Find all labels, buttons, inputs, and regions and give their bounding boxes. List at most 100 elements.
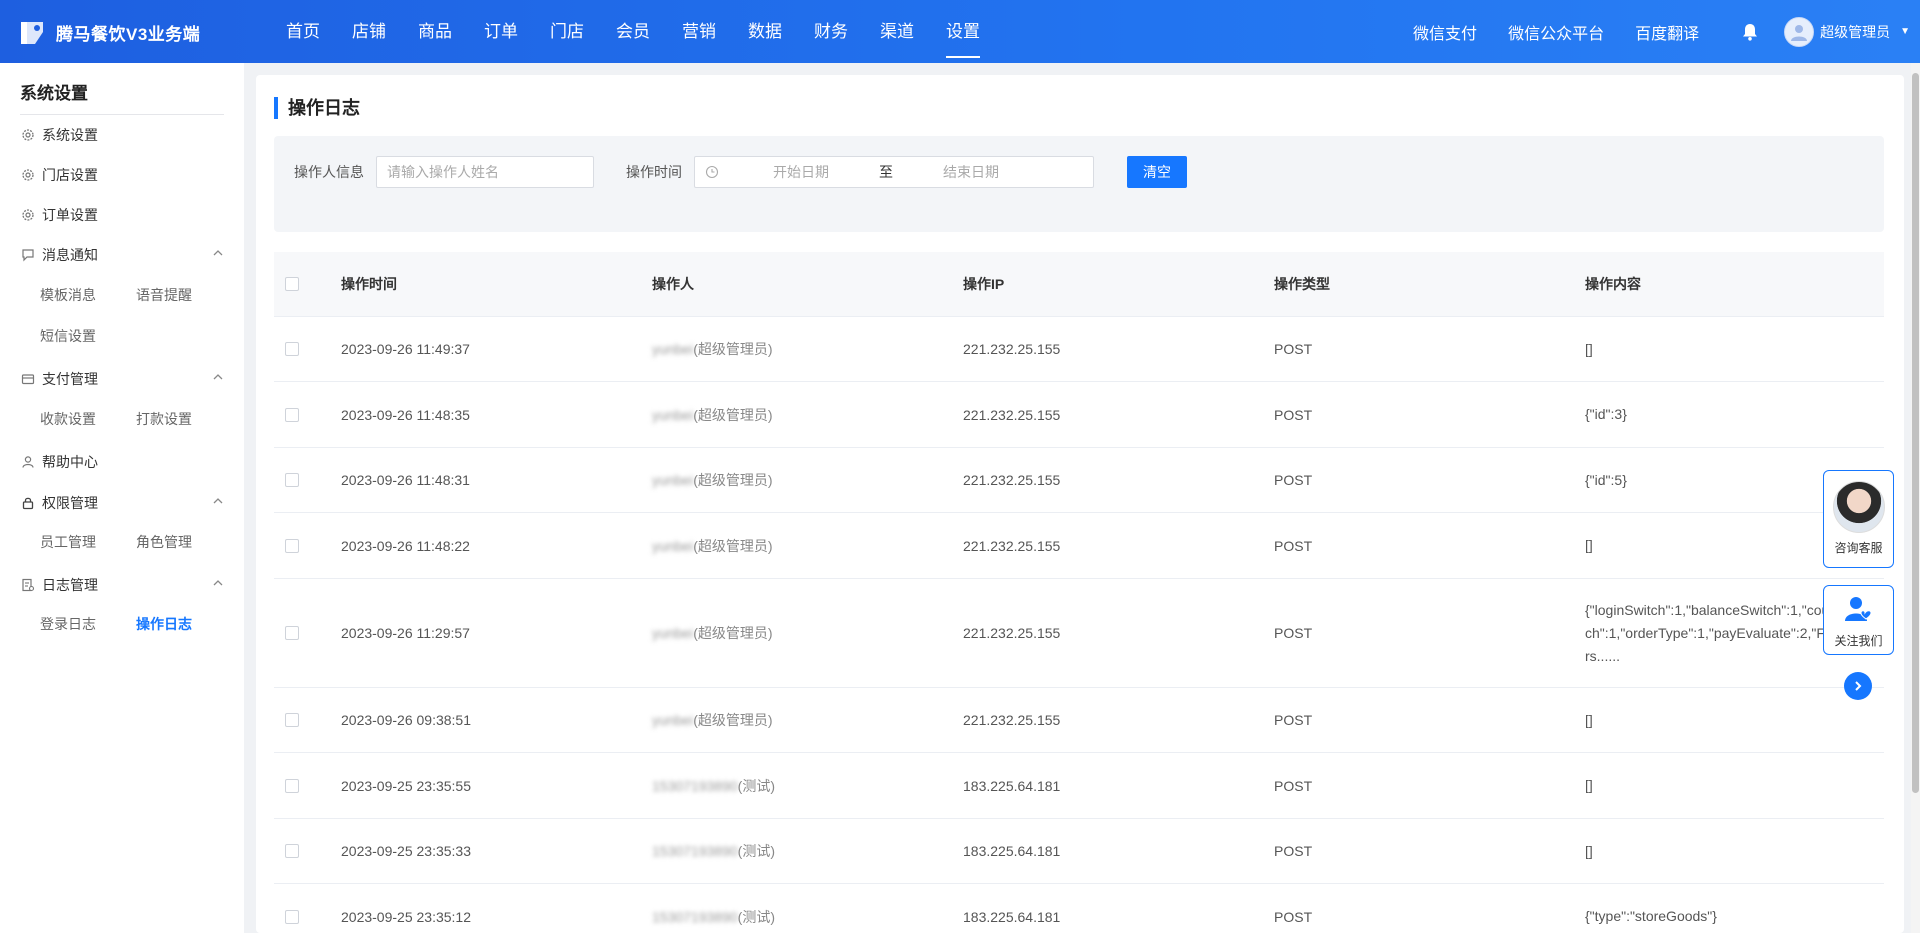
row-checkbox[interactable] (285, 909, 299, 924)
row-checkbox-cell (274, 713, 341, 727)
user-menu[interactable]: 超级管理员 ▼ (1784, 16, 1910, 47)
row-checkbox[interactable] (285, 844, 299, 858)
sidebar-item-payment[interactable]: 支付管理 (20, 367, 224, 391)
chevron-up-icon (213, 374, 223, 380)
scrollbar-thumb[interactable] (1912, 73, 1919, 793)
nav-item-members[interactable]: 会员 (600, 0, 666, 63)
row-checkbox-cell (274, 538, 341, 553)
follow-us-widget[interactable]: 关注我们 (1823, 585, 1894, 655)
nav-item-finance[interactable]: 财务 (798, 0, 864, 63)
cell-operator: yunbei(超级管理员) (652, 623, 963, 643)
brand[interactable]: 腾马餐饮V3业务端 (18, 16, 200, 48)
sidebar-item-label: 系统设置 (42, 127, 98, 143)
operator-role: (超级管理员) (693, 712, 773, 728)
table-row: 2023-09-26 11:49:37 yunbei(超级管理员) 221.23… (274, 317, 1884, 382)
sidebar-sub-collection[interactable]: 收款设置 (40, 409, 96, 429)
app-title: 腾马餐饮V3业务端 (56, 24, 201, 44)
clock-icon (705, 165, 719, 179)
operator-role: (超级管理员) (693, 406, 773, 423)
row-checkbox[interactable] (285, 626, 299, 640)
nav-item-goods[interactable]: 商品 (402, 0, 468, 63)
cell-ip: 221.232.25.155 (963, 712, 1061, 728)
cell-time: 2023-09-25 23:35:33 (341, 843, 471, 859)
row-checkbox[interactable] (285, 778, 299, 793)
sidebar-sub-staff[interactable]: 员工管理 (40, 532, 96, 552)
sidebar-sub-operation-log[interactable]: 操作日志 (136, 614, 192, 634)
operator-role: (测试) (737, 843, 775, 859)
sidebar-item-store-settings[interactable]: 门店设置 (20, 163, 224, 187)
table-row: 2023-09-25 23:35:55 15307193890(测试) 183.… (274, 753, 1884, 819)
operator-name-input[interactable] (376, 156, 594, 188)
operator-label: 操作人信息 (294, 164, 364, 180)
customer-service-label: 咨询客服 (1834, 541, 1883, 555)
sidebar-title: 系统设置 (20, 84, 88, 103)
row-checkbox[interactable] (285, 407, 299, 422)
table-row: 2023-09-25 23:35:12 15307193890(测试) 183.… (274, 884, 1884, 933)
sidebar-item-label: 帮助中心 (42, 454, 98, 470)
cell-time: 2023-09-26 09:38:51 (341, 712, 471, 728)
sidebar-item-help[interactable]: 帮助中心 (20, 450, 224, 474)
row-checkbox[interactable] (285, 473, 299, 487)
operator-name: 15307193890 (652, 777, 738, 794)
sidebar-item-system-settings[interactable]: 系统设置 (20, 123, 224, 147)
cell-ip: 183.225.64.181 (963, 908, 1061, 925)
start-date-input[interactable]: 开始日期 (731, 162, 871, 182)
clear-button[interactable]: 清空 (1127, 156, 1187, 188)
nav-item-channels[interactable]: 渠道 (864, 0, 930, 63)
chevron-right-icon[interactable] (1844, 672, 1872, 700)
page-title: 操作日志 (274, 97, 360, 119)
date-range-picker[interactable]: 开始日期 至 结束日期 (694, 156, 1094, 188)
sidebar-item-logs[interactable]: 日志管理 (20, 573, 224, 597)
sidebar-item-notifications[interactable]: 消息通知 (20, 243, 224, 267)
row-checkbox-cell (274, 778, 341, 793)
filter-bar: 操作人信息 操作时间 开始日期 至 结束日期 清空 (274, 136, 1884, 232)
main-panel: 操作日志 操作人信息 操作时间 开始日期 至 结束日期 清空 操作时间 操作人 … (256, 75, 1904, 933)
row-checkbox-cell (274, 844, 341, 858)
link-baidu-translate[interactable]: 百度翻译 (1635, 20, 1699, 44)
cell-ip: 221.232.25.155 (963, 341, 1061, 357)
sidebar-sub-sms-settings[interactable]: 短信设置 (40, 326, 96, 346)
link-wechat-official[interactable]: 微信公众平台 (1508, 20, 1604, 44)
nav-item-home[interactable]: 首页 (270, 0, 336, 63)
cell-operator: yunbei(超级管理员) (652, 339, 963, 359)
sidebar-item-permissions[interactable]: 权限管理 (20, 491, 224, 515)
column-header-operator: 操作人 (652, 276, 694, 292)
customer-service-widget[interactable]: 咨询客服 (1823, 470, 1894, 568)
operator-name: yunbei (652, 341, 694, 357)
cell-content: {"type":"storeGoods"} (1585, 908, 1717, 924)
end-date-input[interactable]: 结束日期 (901, 162, 1041, 182)
cell-time: 2023-09-26 11:49:37 (341, 341, 470, 357)
table-row: 2023-09-26 11:48:35 yunbei(超级管理员) 221.23… (274, 382, 1884, 448)
nav-item-settings[interactable]: 设置 (930, 0, 996, 63)
sidebar-sub-login-log[interactable]: 登录日志 (40, 614, 96, 634)
log-icon (20, 577, 36, 593)
row-checkbox[interactable] (285, 713, 299, 727)
row-checkbox[interactable] (285, 342, 299, 356)
cell-content: [] (1585, 340, 1593, 357)
cell-time: 2023-09-26 11:48:22 (341, 537, 470, 554)
lock-icon (20, 495, 36, 511)
cell-ip: 183.225.64.181 (963, 843, 1061, 859)
bell-icon[interactable] (1740, 22, 1760, 42)
nav-item-data[interactable]: 数据 (732, 0, 798, 63)
sidebar-sub-roles[interactable]: 角色管理 (136, 532, 192, 552)
cell-ip: 221.232.25.155 (963, 537, 1061, 554)
top-right-area: 微信支付 微信公众平台 百度翻译 超级管理员 ▼ (1413, 0, 1920, 63)
sidebar-sub-voice-alert[interactable]: 语音提醒 (136, 285, 192, 305)
select-all-checkbox[interactable] (285, 277, 299, 291)
nav-item-orders[interactable]: 订单 (468, 0, 534, 63)
row-checkbox-cell (274, 909, 341, 924)
nav-item-marketing[interactable]: 营销 (666, 0, 732, 63)
sidebar-sub-template-msg[interactable]: 模板消息 (40, 285, 96, 305)
cell-operator: yunbei(超级管理员) (652, 710, 963, 730)
sidebar-item-order-settings[interactable]: 订单设置 (20, 203, 224, 227)
page-scrollbar[interactable] (1911, 63, 1920, 933)
row-checkbox[interactable] (285, 538, 299, 553)
nav-item-shop[interactable]: 店铺 (336, 0, 402, 63)
link-wechat-pay[interactable]: 微信支付 (1413, 20, 1477, 44)
cell-type: POST (1274, 341, 1313, 357)
sidebar-sub-payout[interactable]: 打款设置 (136, 409, 192, 429)
nav-item-stores[interactable]: 门店 (534, 0, 600, 63)
operation-log-table: 操作时间 操作人 操作IP 操作类型 操作内容 2023-09-26 11:49… (274, 252, 1884, 933)
sidebar-item-label: 门店设置 (42, 167, 98, 183)
